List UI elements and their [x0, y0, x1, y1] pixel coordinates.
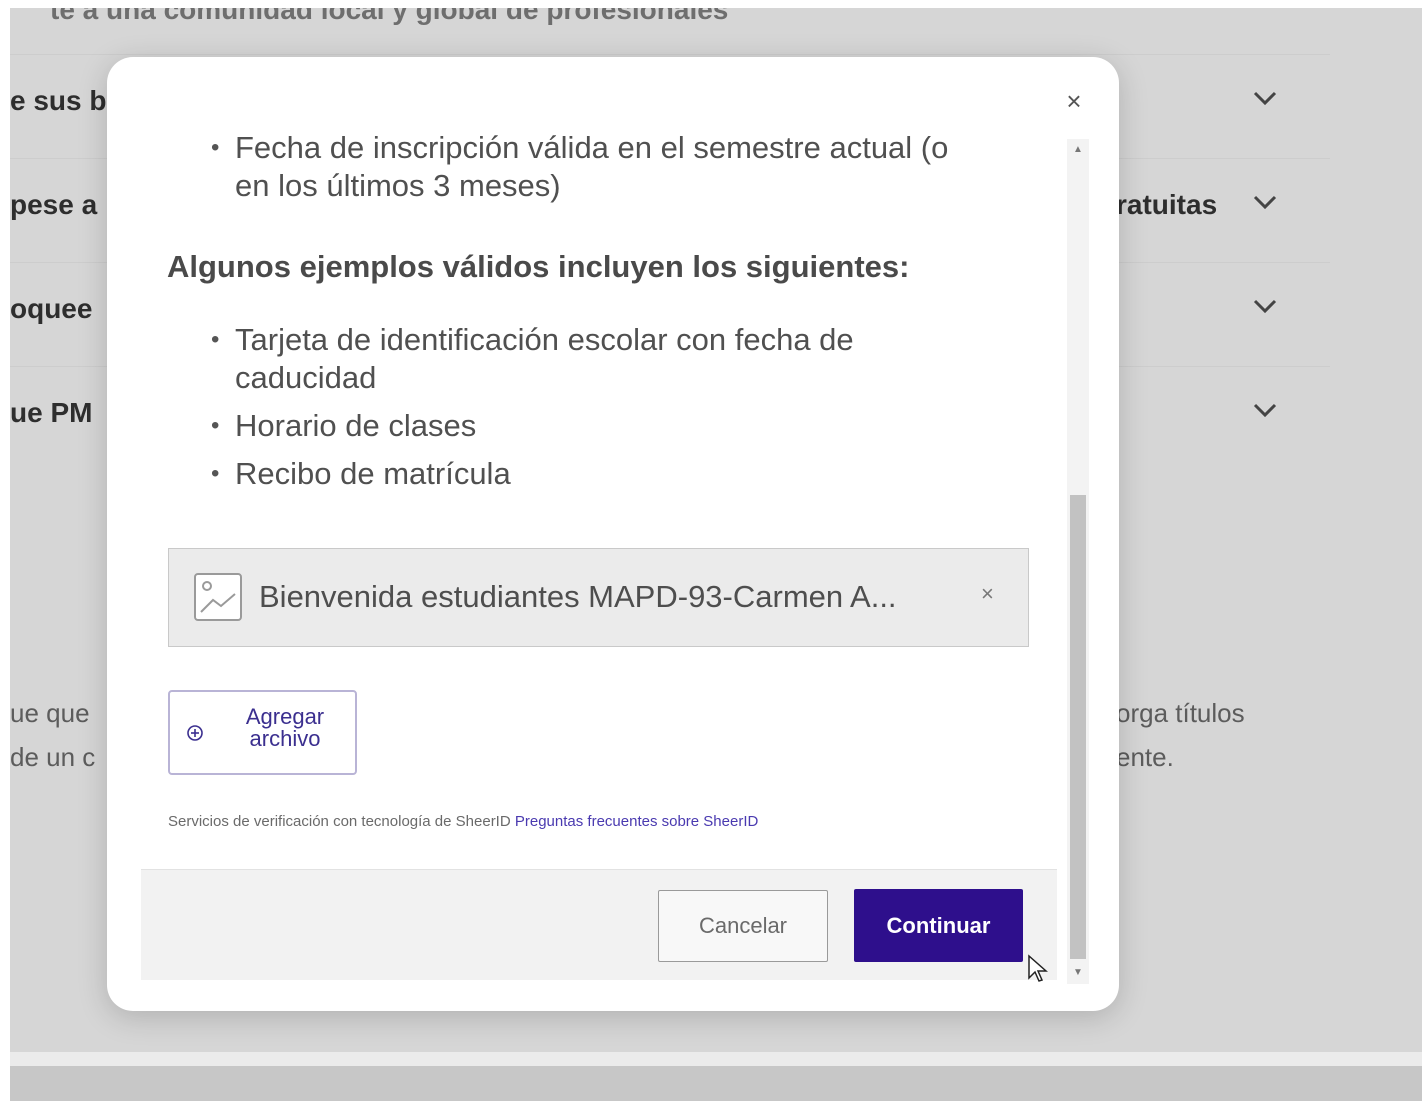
scroll-up-arrow-icon[interactable]: ▲: [1067, 139, 1089, 161]
chevron-down-icon[interactable]: [1250, 395, 1280, 425]
powered-by-text: Servicios de verificación con tecnología…: [168, 813, 758, 830]
background-footer-band: [10, 1052, 1422, 1066]
chevron-down-icon[interactable]: [1250, 291, 1280, 321]
chevron-down-icon[interactable]: [1250, 187, 1280, 217]
scrollbar-thumb[interactable]: [1070, 495, 1086, 959]
close-icon[interactable]: ×: [1061, 87, 1087, 115]
background-footer: [10, 1066, 1422, 1101]
image-file-icon: [194, 573, 242, 621]
background-paragraph-right: orga títulos ente.: [1116, 691, 1245, 779]
background-text-line: ue que: [10, 698, 90, 728]
uploaded-file: Bienvenida estudiantes MAPD-93-Carmen A.…: [168, 548, 1029, 647]
uploaded-file-name: Bienvenida estudiantes MAPD-93-Carmen A.…: [259, 579, 897, 614]
accordion-row-title: oquee: [10, 293, 93, 324]
background-top-text: te a una comunidad local y global de pro…: [50, 8, 729, 25]
add-file-label: Agregar archivo: [245, 704, 325, 751]
continue-button[interactable]: Continuar: [854, 889, 1023, 962]
add-file-button[interactable]: Agregar archivo: [168, 690, 357, 775]
accordion-row-title: pese a: [10, 189, 98, 220]
accordion-row-title-end: ratuitas: [1116, 189, 1218, 220]
examples-heading: Algunos ejemplos válidos incluyen los si…: [167, 249, 910, 284]
scroll-down-arrow-icon[interactable]: ▼: [1067, 962, 1089, 984]
background-text-line: ente.: [1116, 742, 1174, 772]
examples-list: Tarjeta de identificación escolar con fe…: [167, 321, 927, 503]
list-item: Recibo de matrícula: [167, 455, 927, 493]
list-item: Horario de clases: [167, 407, 927, 445]
modal-footer: Cancelar Continuar: [141, 869, 1057, 980]
modal-scroll-area[interactable]: Fecha de inscripción válida en el semest…: [107, 57, 1057, 1011]
accordion-row-title: ue PM: [10, 397, 93, 428]
remove-file-icon[interactable]: ×: [981, 581, 994, 607]
cancel-button[interactable]: Cancelar: [658, 890, 828, 962]
sheerid-faq-link[interactable]: Preguntas frecuentes sobre SheerID: [515, 813, 758, 830]
list-item: Fecha de inscripción válida en el semest…: [167, 129, 987, 205]
powered-by-label: Servicios de verificación con tecnología…: [168, 813, 511, 830]
requirements-list: Fecha de inscripción válida en el semest…: [167, 129, 987, 205]
background-paragraph-left: ue que de un c: [10, 691, 95, 779]
chevron-down-icon[interactable]: [1250, 83, 1280, 113]
background-text-line: orga títulos: [1116, 698, 1245, 728]
modal-scrollbar[interactable]: ▲ ▼: [1067, 139, 1089, 984]
background-text-line: de un c: [10, 742, 96, 772]
plus-circle-icon: [187, 725, 203, 741]
verification-modal: Fecha de inscripción válida en el semest…: [107, 57, 1119, 1011]
accordion-row-title: e sus b: [10, 85, 107, 116]
list-item: Tarjeta de identificación escolar con fe…: [167, 321, 927, 397]
